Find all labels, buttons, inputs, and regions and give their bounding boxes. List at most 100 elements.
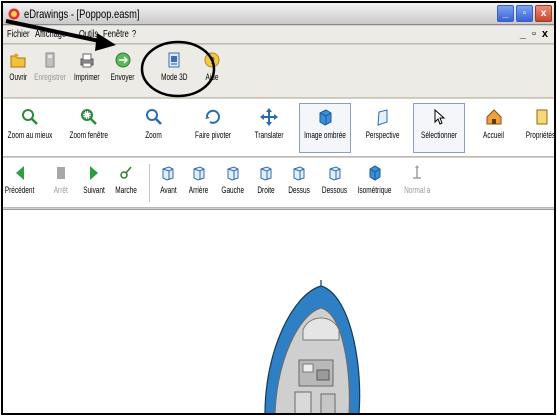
menu-affichage[interactable]: Affichage [35, 29, 66, 40]
view-toolbar: Zoom au mieux Zoom fenêtre Zoom Faire pi… [3, 99, 554, 157]
view-bottom-icon [329, 166, 341, 181]
close-button[interactable]: x [535, 5, 552, 22]
3d-viewport[interactable] [3, 209, 554, 413]
shaded-icon [319, 109, 332, 126]
zoom-fit-button[interactable]: Zoom au mieux [5, 107, 55, 140]
perspective-button[interactable]: Perspective [361, 107, 405, 140]
view-back-icon [193, 166, 205, 181]
view-front-button[interactable]: Avant [155, 164, 181, 195]
view-top-icon [293, 166, 305, 181]
home-icon [486, 109, 502, 125]
help-button[interactable]: ? Aide [199, 51, 225, 82]
properties-label: Propriétés [526, 130, 556, 140]
shaded-button[interactable]: Image ombrée [299, 103, 351, 153]
select-label: Sélectionner [420, 130, 458, 140]
properties-button[interactable]: Propriétés [521, 107, 556, 140]
menu-fichier[interactable]: Fichier [7, 29, 30, 40]
play-button[interactable]: Marche [111, 164, 141, 195]
perspective-label: Perspective [366, 130, 400, 140]
menu-fenetre[interactable]: Fenêtre [103, 29, 129, 40]
zoom-icon [146, 109, 162, 125]
select-button[interactable]: Sélectionner [413, 103, 465, 153]
next-icon [90, 166, 98, 180]
stop-button[interactable]: Arrêt [48, 164, 74, 195]
save-icon [45, 52, 55, 68]
view-front-icon [162, 166, 174, 181]
shaded-label: Image ombrée [304, 130, 346, 140]
zoom-window-label: Zoom fenêtre [69, 130, 109, 140]
send-icon [115, 52, 131, 68]
mode-3d-button[interactable]: Mode 3D [157, 51, 191, 82]
properties-icon [536, 109, 548, 125]
save-label: Enregistrer [34, 72, 66, 82]
previous-icon [16, 166, 24, 180]
view-back-button[interactable]: Arrière [185, 164, 213, 195]
view-top-label: Dessus [288, 185, 310, 195]
zoom-window-icon [81, 109, 97, 125]
menu-help[interactable]: ? [132, 29, 136, 40]
perspective-icon [377, 109, 388, 126]
mdi-minimize-button[interactable]: _ [520, 28, 526, 40]
view-left-icon [227, 166, 239, 181]
print-button[interactable]: Imprimer [70, 51, 104, 82]
zoom-fit-icon [22, 109, 38, 125]
help-label: Aide [205, 72, 219, 82]
menu-outils[interactable]: Outils [79, 29, 98, 40]
help-icon: ? [204, 52, 220, 68]
zoom-fit-label: Zoom au mieux [7, 130, 53, 140]
open-label: Ouvrir [9, 72, 27, 82]
select-cursor-icon [434, 108, 446, 125]
save-button[interactable]: Enregistrer [33, 51, 67, 82]
zoom-button[interactable]: Zoom [139, 107, 169, 140]
rotate-button[interactable]: Faire pivoter [189, 107, 237, 140]
window-title: eDrawings - [Poppop.easm] [24, 7, 140, 21]
minimize-button[interactable]: _ [497, 5, 514, 22]
next-label: Suivant [83, 185, 105, 195]
restore-button[interactable]: ▫ [516, 5, 533, 22]
stop-icon [57, 167, 65, 179]
views-toolbar: Précédent Arrêt Suivant Marche Avant Arr… [3, 158, 554, 208]
printer-icon [80, 53, 94, 68]
next-button[interactable]: Suivant [79, 164, 109, 195]
home-label: Accueil [483, 130, 505, 140]
zoom-label: Zoom [145, 130, 163, 140]
mdi-restore-button[interactable]: ▫ [532, 28, 536, 40]
pan-button[interactable]: Translater [249, 107, 289, 140]
view-right-button[interactable]: Droite [251, 164, 281, 195]
send-label: Envoyer [111, 72, 135, 82]
view-left-label: Gauche [221, 185, 245, 195]
view-left-button[interactable]: Gauche [217, 164, 249, 195]
mode-3d-icon [168, 52, 180, 68]
mdi-close-button[interactable]: x [542, 28, 548, 40]
view-bottom-label: Dessous [322, 185, 348, 195]
main-toolbar: Ouvrir Enregistrer Imprimer Envoyer Mode… [3, 45, 554, 98]
title-bar: eDrawings - [Poppop.easm] _ ▫ x [3, 3, 554, 25]
pan-label: Translater [254, 130, 284, 140]
play-label: Marche [115, 185, 137, 195]
pan-icon [260, 108, 278, 126]
view-back-label: Arrière [189, 185, 209, 195]
send-button[interactable]: Envoyer [107, 51, 139, 82]
print-label: Imprimer [74, 72, 100, 82]
open-button[interactable]: Ouvrir [7, 51, 29, 82]
normal-to-button[interactable]: Normal à [399, 164, 435, 195]
menu-bar: Fichier Affichage Outils Fenêtre ? _ ▫ x [3, 26, 554, 44]
previous-button[interactable]: Précédent [3, 164, 37, 195]
view-iso-label: Isométrique [358, 185, 392, 195]
svg-text:?: ? [209, 56, 215, 67]
rotate-label: Faire pivoter [194, 130, 232, 140]
previous-label: Précédent [5, 185, 35, 195]
zoom-window-button[interactable]: Zoom fenêtre [65, 107, 113, 140]
view-bottom-button[interactable]: Dessous [317, 164, 353, 195]
view-top-button[interactable]: Dessus [283, 164, 315, 195]
normal-to-icon [413, 165, 421, 179]
view-iso-button[interactable]: Isométrique [353, 164, 397, 195]
view-front-label: Avant [159, 185, 177, 195]
view-iso-icon [369, 165, 381, 181]
view-right-icon [260, 166, 272, 181]
open-folder-icon [10, 53, 26, 68]
home-button[interactable]: Accueil [479, 107, 509, 140]
toolbar-separator [149, 164, 150, 202]
model-iron-3d[interactable] [3, 210, 554, 414]
edrawings-app-icon [8, 8, 20, 20]
